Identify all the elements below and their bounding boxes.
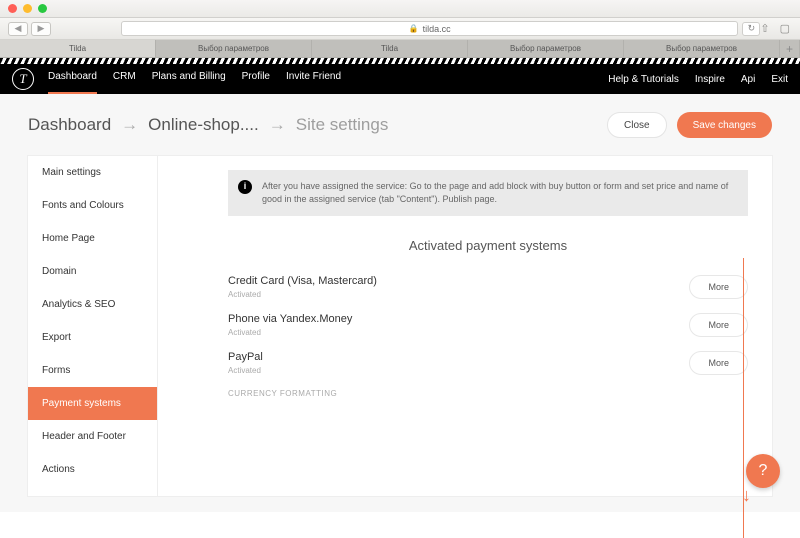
nav-crm[interactable]: CRM: [113, 71, 136, 88]
breadcrumb-current: Site settings: [296, 115, 389, 135]
info-icon: i: [238, 180, 252, 194]
payment-row: Credit Card (Visa, Mastercard) Activated M…: [228, 275, 748, 299]
sidebar-item-export[interactable]: Export: [28, 321, 157, 354]
logo-icon[interactable]: T: [12, 68, 34, 90]
sidebar-item-main-settings[interactable]: Main settings: [28, 156, 157, 189]
nav-exit[interactable]: Exit: [771, 74, 788, 85]
share-icon[interactable]: ⇧: [760, 22, 769, 35]
settings-panel: Main settingsFonts and ColoursHome PageD…: [28, 156, 772, 496]
address-bar-host: tilda.cc: [423, 24, 451, 34]
nav-dashboard[interactable]: Dashboard: [48, 71, 97, 88]
nav-help-tutorials[interactable]: Help & Tutorials: [608, 74, 679, 85]
window-titlebar: [0, 0, 800, 18]
payment-row: PayPal Activated More: [228, 351, 748, 375]
payment-status: Activated: [228, 328, 352, 337]
payment-name: PayPal: [228, 351, 263, 363]
section-title: Activated payment systems: [228, 238, 748, 253]
browser-tab[interactable]: Выбор параметров: [156, 40, 312, 57]
nav-api[interactable]: Api: [741, 74, 755, 85]
nav-inspire[interactable]: Inspire: [695, 74, 725, 85]
sidebar-item-forms[interactable]: Forms: [28, 354, 157, 387]
sidebar-item-home-page[interactable]: Home Page: [28, 222, 157, 255]
window-zoom-dot[interactable]: [38, 4, 47, 13]
payment-row: Phone via Yandex.Money Activated More: [228, 313, 748, 337]
new-tab-button[interactable]: +: [780, 40, 800, 57]
forward-button[interactable]: ▶: [31, 22, 51, 36]
info-banner-text: After you have assigned the service: Go …: [262, 181, 728, 204]
more-button[interactable]: More: [689, 313, 748, 337]
sidebar-item-actions[interactable]: Actions: [28, 453, 157, 486]
app-nav: T Dashboard CRM Plans and Billing Profile In…: [0, 64, 800, 94]
sidebar-item-payment-systems[interactable]: Payment systems: [28, 387, 157, 420]
browser-toolbar: ◀ ▶ 🔒 tilda.cc ↻ ⇧ ▢: [0, 18, 800, 40]
address-bar[interactable]: 🔒 tilda.cc: [121, 21, 738, 36]
sidebar-item-domain[interactable]: Domain: [28, 255, 157, 288]
browser-tab[interactable]: Выбор параметров: [624, 40, 780, 57]
tabs-icon[interactable]: ▢: [780, 22, 790, 35]
close-button[interactable]: Close: [607, 112, 667, 138]
payment-name: Phone via Yandex.Money: [228, 313, 352, 325]
nav-profile[interactable]: Profile: [242, 71, 270, 88]
currency-formatting-header: CURRENCY FORMATTING: [228, 389, 748, 398]
arrow-down-icon: ↓: [742, 485, 751, 506]
nav-plans-and-billing[interactable]: Plans and Billing: [152, 71, 226, 88]
browser-tab[interactable]: Выбор параметров: [468, 40, 624, 57]
breadcrumb-dashboard[interactable]: Dashboard: [28, 115, 111, 135]
window-close-dot[interactable]: [8, 4, 17, 13]
payment-status: Activated: [228, 366, 263, 375]
sidebar-item-fonts-and-colours[interactable]: Fonts and Colours: [28, 189, 157, 222]
nav-invite-friend[interactable]: Invite Friend: [286, 71, 341, 88]
more-button[interactable]: More: [689, 275, 748, 299]
breadcrumb-project[interactable]: Online-shop....: [148, 115, 259, 135]
window-minimize-dot[interactable]: [23, 4, 32, 13]
save-button[interactable]: Save changes: [677, 112, 772, 138]
reload-button[interactable]: ↻: [742, 22, 760, 36]
info-banner: i After you have assigned the service: G…: [228, 170, 748, 216]
settings-main: i After you have assigned the service: G…: [158, 156, 772, 496]
sidebar-item-header-and-footer[interactable]: Header and Footer: [28, 420, 157, 453]
payment-status: Activated: [228, 290, 377, 299]
breadcrumb: Dashboard → Online-shop.... → Site setti…: [28, 115, 388, 135]
settings-sidebar: Main settingsFonts and ColoursHome PageD…: [28, 156, 158, 496]
browser-tab[interactable]: Tilda: [312, 40, 468, 57]
payment-name: Credit Card (Visa, Mastercard): [228, 275, 377, 287]
back-button[interactable]: ◀: [8, 22, 28, 36]
help-fab[interactable]: ?: [746, 454, 780, 488]
sidebar-item-analytics-seo[interactable]: Analytics & SEO: [28, 288, 157, 321]
browser-tabbar: TildaВыбор параметровTildaВыбор параметр…: [0, 40, 800, 58]
lock-icon: 🔒: [409, 24, 419, 33]
chevron-right-icon: →: [121, 115, 138, 135]
chevron-right-icon: →: [269, 115, 286, 135]
more-button[interactable]: More: [689, 351, 748, 375]
browser-tab[interactable]: Tilda: [0, 40, 156, 57]
